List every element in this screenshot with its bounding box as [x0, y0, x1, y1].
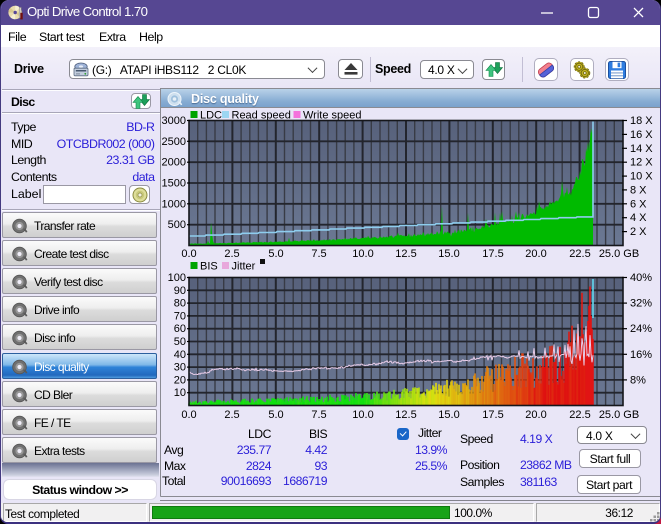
svg-text:8 X: 8 X [630, 184, 647, 196]
svg-text:10 X: 10 X [630, 171, 653, 183]
svg-text:10.0: 10.0 [352, 409, 373, 421]
svg-text:2000: 2000 [162, 157, 186, 169]
svg-text:100: 100 [168, 272, 186, 284]
svg-text:2 X: 2 X [630, 226, 647, 238]
svg-text:1000: 1000 [162, 198, 186, 210]
svg-text:16 X: 16 X [630, 129, 653, 141]
svg-text:17.5: 17.5 [482, 409, 503, 421]
svg-text:16%: 16% [630, 349, 652, 361]
svg-text:3000: 3000 [162, 115, 186, 127]
svg-text:20: 20 [174, 374, 186, 386]
svg-text:80: 80 [174, 298, 186, 310]
svg-text:5.0: 5.0 [268, 409, 283, 421]
svg-text:14 X: 14 X [630, 143, 653, 155]
svg-text:40: 40 [174, 349, 186, 361]
svg-text:25.0 GB: 25.0 GB [599, 409, 639, 421]
svg-text:60: 60 [174, 323, 186, 335]
svg-text:0.0: 0.0 [181, 409, 196, 421]
svg-text:2.5: 2.5 [224, 409, 239, 421]
svg-text:24%: 24% [630, 323, 652, 335]
svg-text:LDC: LDC [200, 110, 222, 122]
svg-text:40%: 40% [630, 272, 652, 284]
svg-text:6 X: 6 X [630, 198, 647, 210]
svg-text:BIS: BIS [200, 261, 218, 273]
svg-text:70: 70 [174, 310, 186, 322]
svg-text:4 X: 4 X [630, 212, 647, 224]
svg-text:18 X: 18 X [630, 115, 653, 127]
svg-text:12 X: 12 X [630, 157, 653, 169]
svg-text:1500: 1500 [162, 178, 186, 190]
svg-text:32%: 32% [630, 298, 652, 310]
svg-text:500: 500 [168, 219, 186, 231]
svg-text:12.5: 12.5 [395, 409, 416, 421]
svg-text:22.5: 22.5 [569, 409, 590, 421]
svg-text:7.5: 7.5 [311, 409, 326, 421]
svg-text:20.0: 20.0 [525, 409, 546, 421]
svg-text:8%: 8% [630, 374, 646, 386]
svg-text:30: 30 [174, 362, 186, 374]
svg-text:2500: 2500 [162, 136, 186, 148]
svg-text:Jitter: Jitter [232, 261, 256, 273]
svg-text:50: 50 [174, 336, 186, 348]
svg-text:Write speed: Write speed [303, 110, 362, 122]
svg-text:10: 10 [174, 387, 186, 399]
svg-text:90: 90 [174, 285, 186, 297]
svg-text:Read speed: Read speed [232, 110, 291, 122]
svg-text:15.0: 15.0 [438, 409, 459, 421]
